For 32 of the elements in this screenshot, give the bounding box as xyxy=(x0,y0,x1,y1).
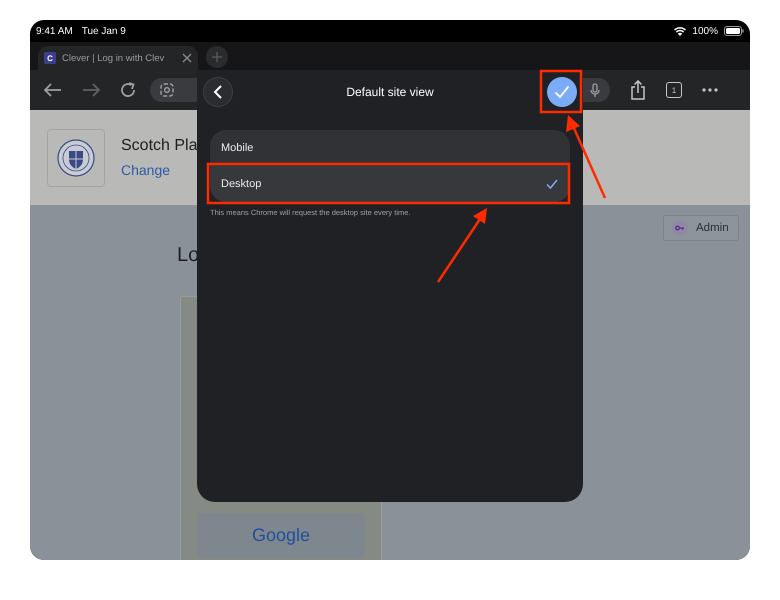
reload-icon[interactable] xyxy=(120,82,136,98)
key-icon xyxy=(672,220,688,236)
done-button[interactable] xyxy=(547,77,577,107)
dialog-title: Default site view xyxy=(346,85,434,99)
browser-tab[interactable]: C Clever | Log in with Clev xyxy=(38,46,198,70)
forward-arrow-icon[interactable] xyxy=(82,83,100,97)
battery-icon xyxy=(724,26,744,36)
battery-percent: 100% xyxy=(692,26,718,36)
option-row[interactable]: Mobile xyxy=(210,130,570,166)
share-icon[interactable] xyxy=(630,80,646,100)
option-row[interactable]: Desktop xyxy=(210,166,570,202)
plus-icon xyxy=(211,51,223,63)
more-icon[interactable] xyxy=(702,88,718,92)
chevron-left-icon xyxy=(213,85,223,99)
camera-icon[interactable] xyxy=(160,83,174,97)
wifi-icon xyxy=(674,26,686,36)
new-tab-button[interactable] xyxy=(206,46,228,68)
status-date: Tue Jan 9 xyxy=(82,26,126,36)
checkmark-icon xyxy=(546,179,558,189)
tab-count-button[interactable]: 1 xyxy=(666,82,682,98)
close-icon[interactable] xyxy=(182,53,192,63)
status-time: 9:41 AM xyxy=(36,26,73,36)
microphone-icon[interactable] xyxy=(590,82,600,98)
tab-title: Clever | Log in with Clev xyxy=(62,52,166,64)
admin-button[interactable]: Admin xyxy=(663,215,739,241)
highlight-box xyxy=(540,70,582,114)
back-button[interactable] xyxy=(203,77,233,107)
checkmark-icon xyxy=(554,85,570,99)
back-arrow-icon[interactable] xyxy=(44,83,62,97)
seal-icon xyxy=(57,138,95,176)
favicon: C xyxy=(44,52,56,64)
district-name: Scotch Pla xyxy=(121,137,198,155)
